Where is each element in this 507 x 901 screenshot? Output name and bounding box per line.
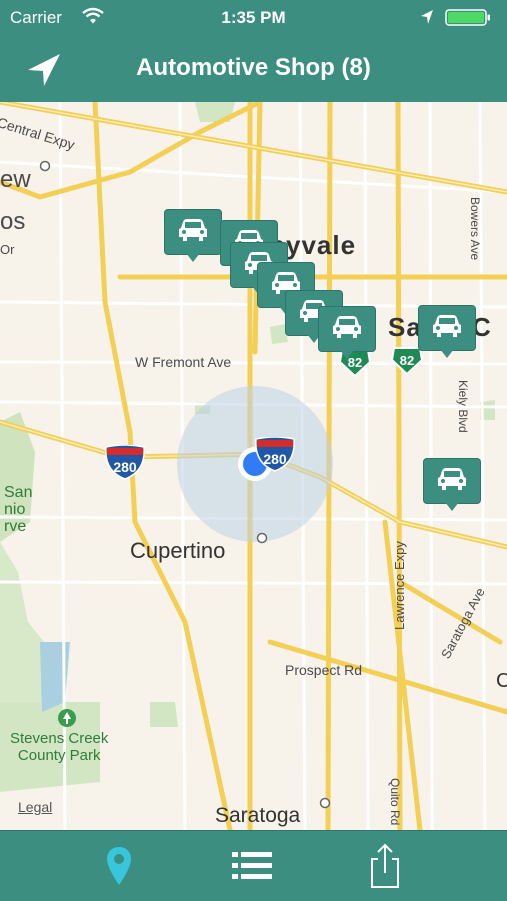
label-c-edge: C <box>496 670 507 692</box>
list-icon <box>232 852 272 879</box>
page-title: Automotive Shop (8) <box>136 54 371 81</box>
list-tab[interactable] <box>229 843 275 889</box>
label-os: os <box>0 208 26 235</box>
city-dot-west <box>39 160 51 172</box>
share-icon <box>371 843 399 888</box>
cupertino-dot <box>256 532 268 544</box>
label-lawrence-expy: Lawrence Expy <box>392 541 407 630</box>
shop-pin-1[interactable] <box>164 209 222 265</box>
car-icon <box>438 468 466 490</box>
label-or: Or <box>0 242 15 257</box>
label-san: San <box>4 484 33 501</box>
label-bowers-ave: Bowers Ave <box>468 197 482 261</box>
label-stevens-creek-park: Stevens Creek County Park <box>10 730 109 764</box>
legal-link[interactable]: Legal <box>18 799 52 815</box>
label-kiely-blvd: Kiely Blvd <box>456 380 470 433</box>
svg-text:280: 280 <box>113 459 137 475</box>
saratoga-dot <box>319 797 331 809</box>
map-pin-icon <box>107 847 131 885</box>
location-arrow-icon <box>421 10 433 24</box>
navigation-bar: Automotive Shop (8) <box>0 36 507 102</box>
status-bar: Carrier 1:35 PM <box>0 0 507 36</box>
label-w-fremont-ave: W Fremont Ave <box>135 354 232 370</box>
label-ew: ew <box>0 166 31 193</box>
label-saratoga: Saratoga <box>215 804 301 827</box>
svg-text:280: 280 <box>263 451 287 467</box>
interstate-280-shield-west: 280 <box>105 445 145 480</box>
car-icon <box>433 315 461 337</box>
map-view[interactable]: 280 280 82 82 Central Expy ew os Or Sunn… <box>0 102 507 830</box>
battery-icon <box>445 9 490 26</box>
label-quito-rd: Quito Rd <box>388 778 402 826</box>
share-tab[interactable] <box>362 843 408 889</box>
map-tab[interactable] <box>96 843 142 889</box>
label-rve: rve <box>4 518 27 535</box>
label-prospect-rd: Prospect Rd <box>285 662 363 678</box>
tab-bar <box>0 830 507 901</box>
car-icon <box>333 316 361 338</box>
shop-pin-6[interactable] <box>318 306 376 362</box>
shop-pin-7[interactable] <box>418 305 476 361</box>
park-icon <box>58 709 76 727</box>
car-icon <box>179 219 207 241</box>
label-cupertino: Cupertino <box>130 538 226 563</box>
svg-text:82: 82 <box>400 353 414 368</box>
shop-pin-8[interactable] <box>423 458 481 514</box>
label-nio: nio <box>4 501 26 518</box>
interstate-280-shield-east: 280 <box>255 437 295 472</box>
